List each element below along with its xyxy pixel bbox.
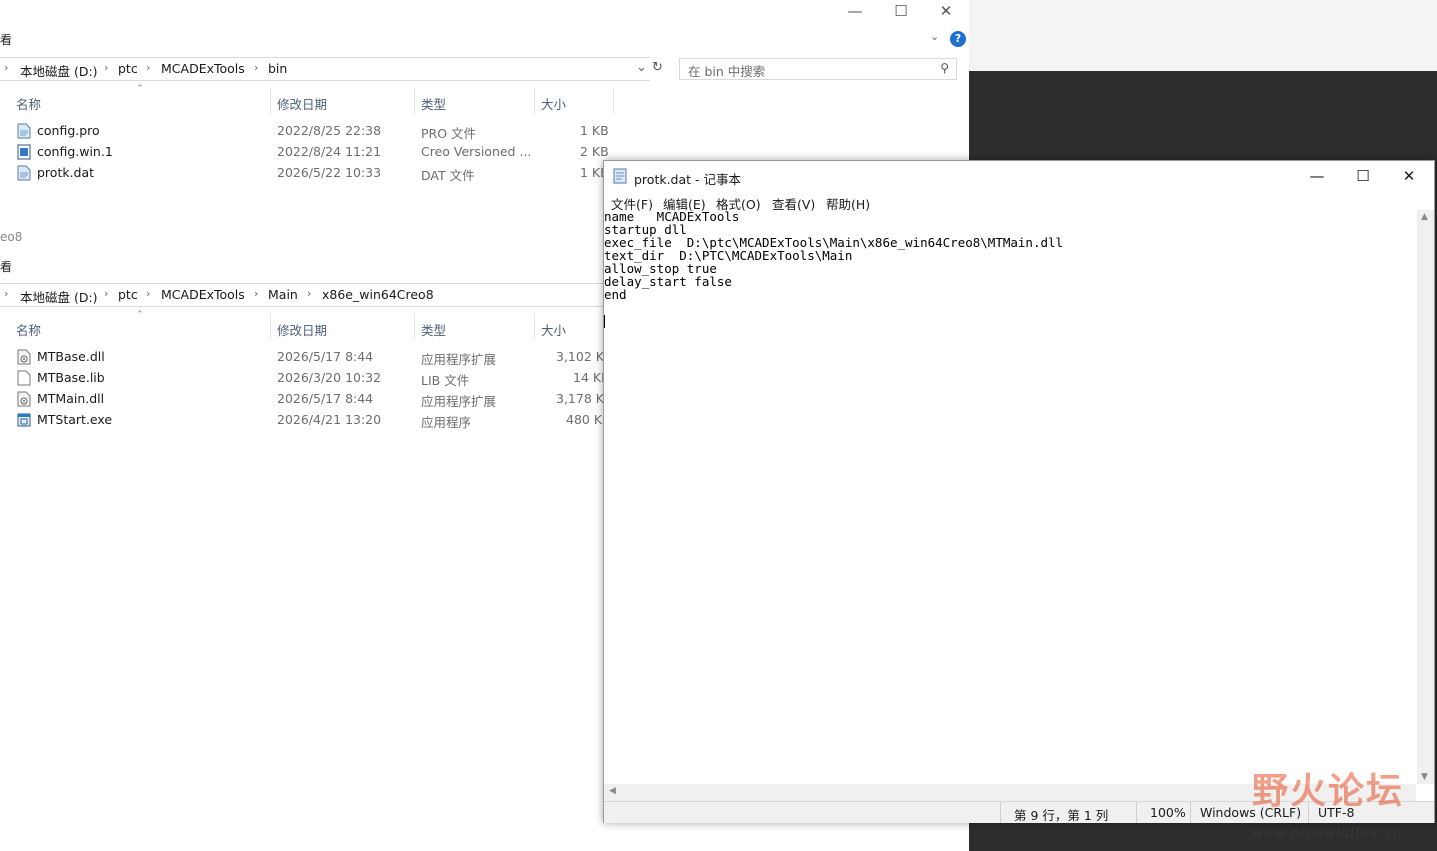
chevron-right-icon: › [254,61,259,74]
file-name: MTStart.exe [37,412,113,427]
column-size[interactable]: 大小 [541,94,566,113]
file-date: 2026/5/17 8:44 [277,391,374,406]
help-icon[interactable]: ? [950,31,966,47]
search-placeholder: 在 bin 中搜索 [688,64,766,79]
file-type: 应用程序 [421,415,472,430]
file-row-config-win[interactable]: config.win.1 2022/8/24 11:21 Creo Versio… [0,142,610,163]
ribbon-tab-view[interactable]: 看 [0,31,12,48]
breadcrumb-bin[interactable]: bin [268,61,287,76]
creo-file-icon [17,144,31,160]
status-zoom: 100% [1150,805,1186,820]
ribbon-expand-icon[interactable]: ⌄ [930,30,939,43]
chevron-right-icon: › [254,287,259,300]
watermark-logo: 野火论坛 [1252,771,1405,812]
file-type: DAT 文件 [421,168,475,183]
chevron-right-icon: › [146,61,151,74]
close-button[interactable]: ✕ [923,0,969,22]
file-type: 应用程序扩展 [421,352,497,367]
file-row-config-pro[interactable]: config.pro 2022/8/25 22:38 PRO 文件 1 KB [0,121,610,142]
file-date: 2026/4/21 13:20 [277,412,382,427]
minimize-button[interactable]: — [1294,161,1340,191]
address-dropdown-icon[interactable]: ⌄ [636,60,647,75]
notepad-icon [613,168,627,184]
file-row-protk-dat[interactable]: protk.dat 2026/5/22 10:33 DAT 文件 1 KB [0,163,610,184]
sort-ascending-icon: ⌃ [136,310,144,320]
text-file-icon [17,165,31,181]
watermark-url: www.proewildfire.cn [1252,826,1403,841]
chevron-right-icon: › [4,287,9,300]
chevron-right-icon: › [307,287,312,300]
window-title: eo8 [0,230,23,244]
notepad-window: protk.dat - 记事本 — ☐ ✕ 文件(F) 编辑(E) 格式(O) … [603,160,1435,823]
blank-file-icon [17,370,31,386]
ribbon-tab-view[interactable]: 看 [0,258,12,275]
search-icon[interactable]: ⚲ [940,61,949,75]
address-bar[interactable]: › 本地磁盘 (D:) › ptc › MCADExTools › bin ⌄ [0,57,650,81]
file-type: PRO 文件 [421,126,477,141]
column-type[interactable]: 类型 [421,320,446,339]
file-type: Creo Versioned ... [421,144,532,159]
exe-file-icon [17,413,31,427]
column-name[interactable]: 名称 [16,94,41,113]
desktop-area-top [969,0,1437,71]
breadcrumb-ptc[interactable]: ptc [118,61,138,76]
file-type: LIB 文件 [421,373,470,388]
breadcrumb-drive[interactable]: 本地磁盘 (D:) [20,61,98,80]
file-date: 2022/8/25 22:38 [277,123,382,138]
dll-file-icon [17,391,31,407]
file-name: protk.dat [37,165,95,180]
search-input[interactable]: 在 bin 中搜索 ⚲ [679,58,957,80]
window-title: protk.dat - 记事本 [634,172,742,187]
dll-file-icon [17,349,31,365]
file-row-mtbase-dll[interactable]: MTBase.dll 2026/5/17 8:44 应用程序扩展 3,102 K… [0,347,613,368]
minimize-button[interactable]: — [832,0,878,22]
breadcrumb-mcadextools[interactable]: MCADExTools [161,287,245,302]
column-name[interactable]: 名称 [16,320,41,339]
chevron-right-icon: › [146,287,151,300]
sort-ascending-icon: ⌃ [136,84,144,94]
breadcrumb-x86e-win64creo8[interactable]: x86e_win64Creo8 [322,287,434,302]
file-name: MTBase.dll [37,349,105,364]
breadcrumb-ptc[interactable]: ptc [118,287,138,302]
file-name: config.pro [37,123,100,138]
chevron-right-icon: › [104,61,109,74]
file-date: 2022/8/24 11:21 [277,144,382,159]
file-name: MTBase.lib [37,370,105,385]
maximize-button[interactable]: ☐ [878,0,924,22]
column-size[interactable]: 大小 [541,320,566,339]
scroll-up-icon[interactable]: ▲ [1421,212,1428,222]
text-editor[interactable]: name MCADExTools startup dll exec_file D… [604,210,1416,784]
scroll-left-icon[interactable]: ◀ [609,786,616,796]
chevron-right-icon: › [4,61,9,74]
file-type: 应用程序扩展 [421,394,497,409]
breadcrumb-drive[interactable]: 本地磁盘 (D:) [20,287,98,306]
chevron-right-icon: › [104,287,109,300]
column-date[interactable]: 修改日期 [277,320,327,339]
file-row-mtbase-lib[interactable]: MTBase.lib 2026/3/20 10:32 LIB 文件 14 KB [0,368,610,389]
scroll-down-icon[interactable]: ▼ [1421,772,1428,782]
column-date[interactable]: 修改日期 [277,94,327,113]
address-bar[interactable]: › 本地磁盘 (D:) › ptc › MCADExTools › Main ›… [0,283,604,307]
text-file-icon [17,123,31,139]
file-date: 2026/5/17 8:44 [277,349,374,364]
file-row-mtmain-dll[interactable]: MTMain.dll 2026/5/17 8:44 应用程序扩展 3,178 K… [0,389,613,410]
file-name: config.win.1 [37,144,113,159]
column-type[interactable]: 类型 [421,94,446,113]
file-date: 2026/5/22 10:33 [277,165,382,180]
refresh-icon[interactable]: ↻ [652,60,663,75]
file-row-mtstart-exe[interactable]: MTStart.exe 2026/4/21 13:20 应用程序 480 KB [0,410,611,431]
text-cursor [604,315,605,328]
explorer-window-main: eo8 看 › 本地磁盘 (D:) › ptc › MCADExTools › … [0,222,613,851]
file-size: 2 KB [580,144,609,159]
file-name: MTMain.dll [37,391,105,406]
maximize-button[interactable]: ☐ [1340,161,1386,191]
file-date: 2026/3/20 10:32 [277,370,382,385]
vertical-scrollbar[interactable]: ▲ ▼ [1417,210,1434,784]
breadcrumb-mcadextools[interactable]: MCADExTools [161,61,245,76]
file-size: 1 KB [580,123,609,138]
breadcrumb-main[interactable]: Main [268,287,298,302]
status-cursor-position: 第 9 行，第 1 列 [1014,808,1109,823]
close-button[interactable]: ✕ [1386,161,1432,191]
